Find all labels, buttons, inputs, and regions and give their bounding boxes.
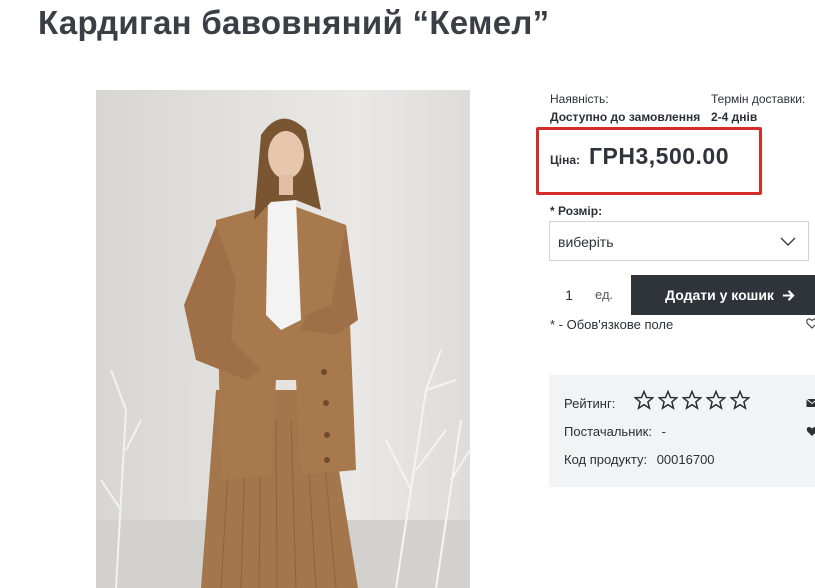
quantity-input[interactable]: [549, 275, 589, 315]
price-label: Ціна:: [550, 153, 581, 167]
star-icon[interactable]: [730, 390, 750, 410]
size-select[interactable]: виберіть: [549, 221, 809, 261]
quantity-unit: ед.: [595, 287, 614, 302]
envelope-icon[interactable]: [806, 397, 815, 409]
supplier-label: Постачальник:: [564, 424, 652, 439]
add-to-cart-label: Додати у кошик: [665, 287, 774, 303]
star-icon[interactable]: [658, 390, 678, 410]
product-photo[interactable]: [96, 90, 470, 588]
price-value: ГРН3,500.00: [589, 143, 730, 169]
page-title: Кардиган бавовняний “Кемел”: [38, 4, 550, 41]
star-icon[interactable]: [634, 390, 654, 410]
supplier-row: Постачальник: -: [564, 424, 666, 439]
product-code-label: Код продукту:: [564, 452, 648, 467]
availability-value: Доступно до замовлення: [550, 110, 701, 124]
star-icon[interactable]: [682, 390, 702, 410]
rating-stars[interactable]: [634, 390, 750, 410]
delivery-label: Термін доставки:: [711, 92, 806, 106]
size-label: * Розмір:: [550, 204, 603, 218]
required-field-note: * - Обов'язкове поле: [550, 317, 674, 332]
supplier-value: -: [661, 424, 666, 439]
arrow-right-icon: [782, 289, 795, 301]
chevron-down-icon: [780, 237, 796, 246]
product-code-row: Код продукту: 00016700: [564, 452, 715, 467]
availability-label: Наявність:: [550, 92, 609, 106]
size-select-value: виберіть: [558, 234, 614, 250]
heart-icon[interactable]: [806, 425, 815, 437]
star-icon[interactable]: [706, 390, 726, 410]
add-to-cart-button[interactable]: Додати у кошик: [631, 275, 815, 315]
wishlist-heart-icon[interactable]: [806, 317, 815, 329]
product-code-value: 00016700: [656, 452, 715, 467]
delivery-value: 2-4 днів: [711, 110, 758, 124]
rating-label: Рейтинг:: [564, 396, 616, 411]
